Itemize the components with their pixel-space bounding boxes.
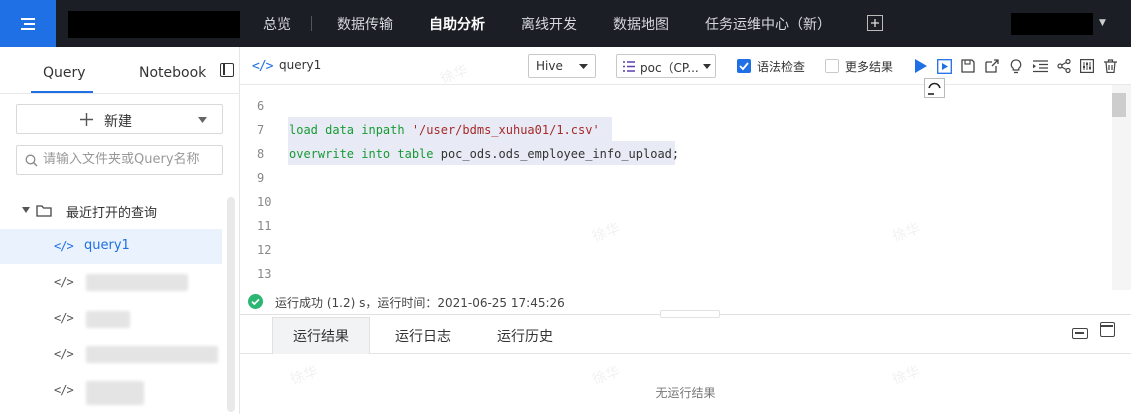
list-item-query1[interactable]: </> query1 [0,229,222,264]
chevron-down-icon [703,64,711,69]
code-line-7: load data inpath '/user/bdms_xuhua01/1.c… [289,123,600,137]
redacted-query-name [86,274,188,291]
code-icon: </> [54,347,74,361]
line-number: 12 [257,243,272,257]
maximize-panel-icon[interactable] [1100,322,1115,337]
list-icon [623,61,635,72]
folder-icon [36,205,52,217]
line-number: 7 [257,123,265,137]
format-icon[interactable] [1032,58,1048,74]
add-icon[interactable] [867,15,883,31]
collapse-sidebar-icon[interactable] [220,63,234,77]
code-icon: </> [252,59,274,74]
code-line-8: overwrite into table poc_ods.ods_employe… [289,147,679,161]
folder-row[interactable]: 最近打开的查询 [0,193,222,228]
engine-select-value: Hive [536,59,563,73]
chevron-down-icon [579,64,588,69]
redacted-query-name [86,311,130,328]
line-number: 11 [257,219,272,233]
code-string: '/user/bdms_xuhua01/1.csv' [411,123,600,137]
top-navbar: 总览 数据传输 自助分析 离线开发 数据地图 任务运维中心（新） ▼ [0,0,1131,47]
nav-divider [311,16,312,31]
nav-item-offline-dev[interactable]: 离线开发 [521,14,577,34]
search-icon [25,154,38,167]
tab-query[interactable]: Query [43,65,86,81]
code-keyword: overwrite into table [289,147,441,161]
editor-scrollbar-thumb[interactable] [1112,93,1126,117]
empty-results-text: 无运行结果 [655,386,716,400]
line-number: 13 [257,267,272,281]
search-box[interactable] [16,145,223,175]
save-icon[interactable] [960,58,976,74]
tab-run-results[interactable]: 运行结果 [272,317,370,354]
run-selected-icon[interactable] [936,58,952,74]
tab-notebook[interactable]: Notebook [139,65,206,81]
settings-sliders-icon[interactable] [1079,58,1095,74]
sidebar-scrollbar[interactable] [227,197,235,412]
line-number: 9 [257,171,265,185]
more-results-label: 更多结果 [845,60,894,74]
nav-item-task-ops[interactable]: 任务运维中心（新） [705,14,831,34]
code-keyword: load data inpath [289,123,412,137]
redacted-user-name [1011,13,1093,35]
list-item-redacted[interactable]: </> [0,373,222,408]
save-as-icon[interactable] [984,58,1000,74]
code-icon: </> [54,383,74,397]
nav-item-overview[interactable]: 总览 [263,14,291,34]
sidebar: Query Notebook 新建 最近打开的查询 </> query1 </>… [0,47,240,414]
chevron-down-icon [198,117,207,123]
lightbulb-icon[interactable] [1008,58,1024,74]
menu-button[interactable] [0,0,56,47]
syntax-check-label: 语法检查 [757,60,806,74]
query-editor-panel: </> query1 Hive poc（CP... 语法检查 更多结果 6 7 … [240,47,1131,414]
database-select-value: poc（CP... [640,61,699,75]
tab-divider [0,93,240,94]
nav-item-data-transfer[interactable]: 数据传输 [337,14,393,34]
run-icon[interactable] [912,58,928,74]
code-icon: </> [54,239,74,253]
folder-label: 最近打开的查询 [66,206,158,221]
code-identifier: poc_ods.ods_employee_info_upload; [440,147,680,161]
redacted-product-name [68,11,240,38]
list-item-redacted[interactable]: </> [0,265,222,300]
code-icon: </> [54,311,74,325]
check-icon [739,62,749,71]
list-item-redacted[interactable]: </> [0,337,222,372]
code-icon: </> [54,275,74,289]
line-number: 8 [257,147,265,161]
tab-run-log[interactable]: 运行日志 [374,317,472,354]
nav-item-data-map[interactable]: 数据地图 [613,14,669,34]
redacted-query-name [86,346,218,363]
syntax-check-checkbox[interactable] [737,59,751,73]
list-item-redacted[interactable]: </> [0,301,222,336]
delete-icon[interactable] [1102,58,1118,74]
new-button-label: 新建 [104,114,132,130]
code-editor[interactable]: 6 7 8 9 10 11 12 13 load data inpath '/u… [240,85,1131,290]
editor-toolbar: </> query1 Hive poc（CP... 语法检查 更多结果 [240,47,1131,85]
redacted-query-name [86,381,144,405]
run-status-text: 运行成功 (1.2) s，运行时间：2021-06-25 17:45:26 [275,296,565,310]
minimize-panel-icon[interactable] [1072,328,1088,339]
nav-item-self-analysis[interactable]: 自助分析 [429,14,485,34]
plus-icon [80,113,93,126]
caret-down-icon [22,207,30,213]
user-menu-chevron-icon[interactable]: ▼ [1099,18,1106,28]
database-select[interactable]: poc（CP... [616,54,716,78]
query-title: query1 [279,58,322,72]
more-results-checkbox[interactable] [825,59,839,73]
success-check-icon [248,294,263,309]
result-tabs: 运行结果 运行日志 运行历史 [240,317,1131,354]
search-input[interactable] [43,152,218,167]
menu-icon [21,17,35,30]
share-icon[interactable] [1056,58,1072,74]
line-number: 6 [257,99,265,113]
query-item-label: query1 [84,238,130,253]
line-number: 10 [257,195,272,209]
engine-select[interactable]: Hive [528,54,596,78]
new-query-button[interactable]: 新建 [16,104,223,134]
tab-run-history[interactable]: 运行历史 [476,317,574,354]
